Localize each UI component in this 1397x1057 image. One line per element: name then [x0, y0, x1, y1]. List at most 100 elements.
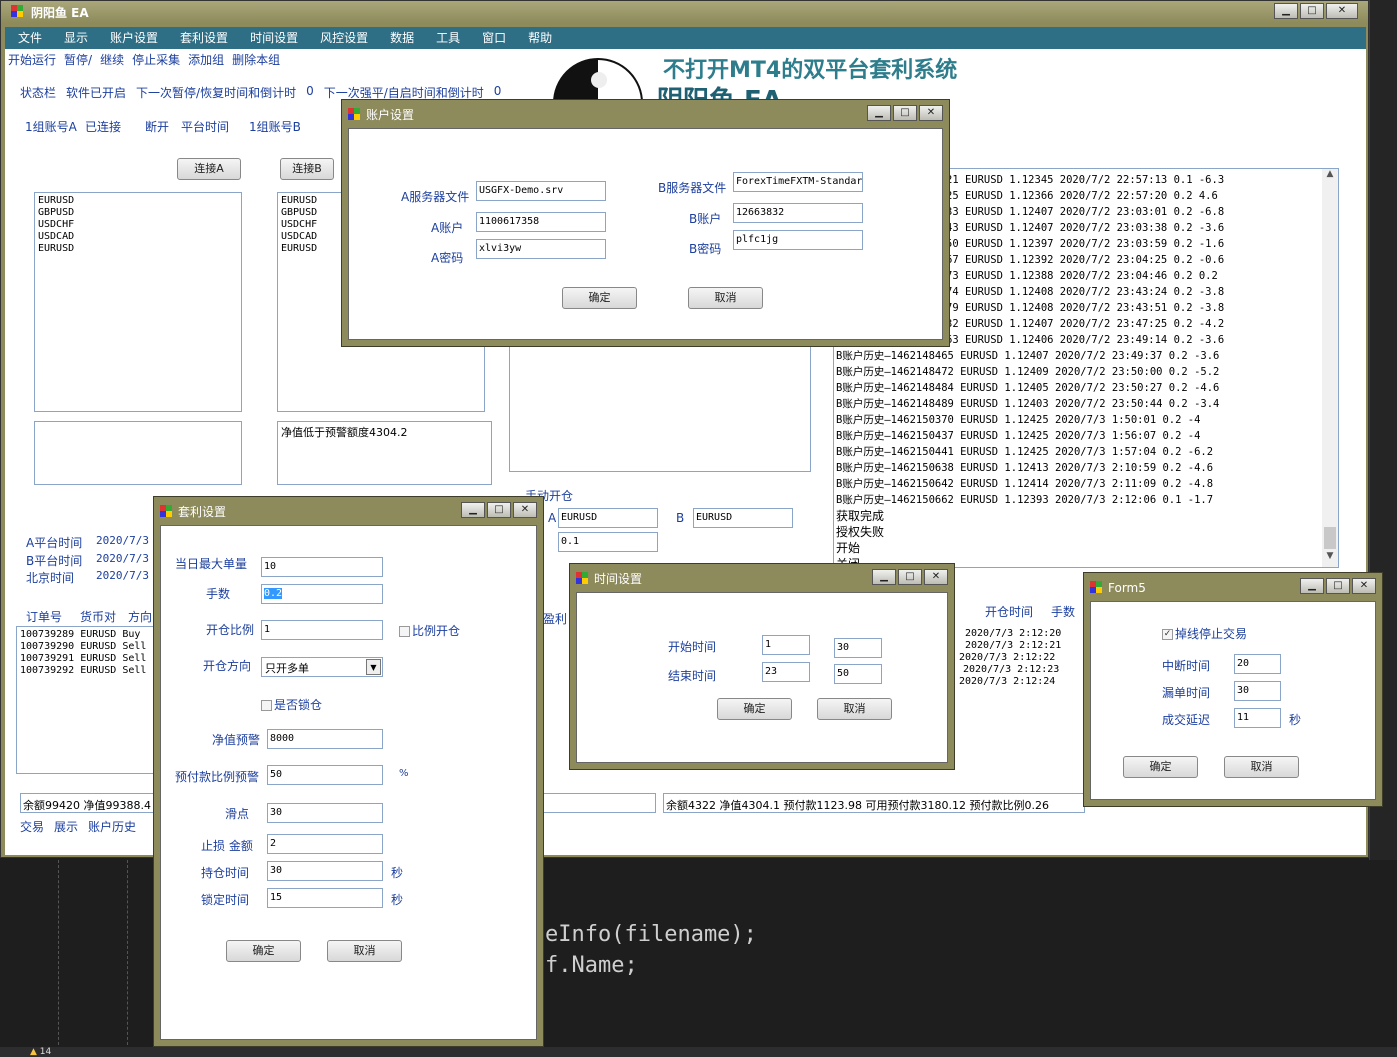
- symbol-item[interactable]: GBPUSD: [38, 207, 238, 219]
- ratio-open-checkbox[interactable]: 比例开仓: [399, 622, 460, 639]
- equity-warning-input[interactable]: 8000: [267, 729, 383, 749]
- start-hour-input[interactable]: 1: [762, 635, 810, 655]
- a-password-input[interactable]: xlvi3yw: [476, 239, 606, 259]
- form5-titlebar[interactable]: Form5 ▁ □ ✕: [1088, 577, 1378, 599]
- order-row[interactable]: 100739290 EURUSD Sell: [20, 641, 156, 653]
- cancel-button[interactable]: 取消: [817, 698, 892, 720]
- interrupt-time-input[interactable]: 20: [1234, 654, 1281, 674]
- stop-collect-button[interactable]: 停止采集: [132, 51, 180, 68]
- order-row[interactable]: 100739292 EURUSD Sell: [20, 665, 156, 677]
- a-account-input[interactable]: 1100617358: [476, 212, 606, 232]
- ok-button[interactable]: 确定: [562, 287, 637, 309]
- symbol-item[interactable]: USDCHF: [38, 219, 238, 231]
- b-account-input[interactable]: 12663832: [733, 203, 863, 223]
- close-button[interactable]: ✕: [1326, 3, 1358, 19]
- lock-checkbox[interactable]: 是否锁仓: [261, 696, 322, 713]
- close-button[interactable]: ✕: [1352, 578, 1376, 594]
- menu-tools[interactable]: 工具: [432, 29, 464, 47]
- minimize-button[interactable]: ▁: [1274, 3, 1298, 19]
- checkbox-box[interactable]: [1162, 629, 1173, 640]
- scroll-thumb[interactable]: [1324, 527, 1336, 549]
- maximize-button[interactable]: □: [893, 105, 917, 121]
- maximize-button[interactable]: □: [487, 502, 511, 518]
- orders-list[interactable]: 100739289 EURUSD Buy 100739290 EURUSD Se…: [16, 626, 160, 774]
- menu-risk-settings[interactable]: 风控设置: [316, 29, 372, 47]
- symbol-item[interactable]: USDCAD: [38, 231, 238, 243]
- cancel-button[interactable]: 取消: [1224, 756, 1299, 778]
- tab-display[interactable]: 展示: [54, 818, 78, 835]
- connect-b-button[interactable]: 连接B: [280, 158, 334, 180]
- ok-button[interactable]: 确定: [226, 940, 301, 962]
- menu-help[interactable]: 帮助: [524, 29, 556, 47]
- delete-group-button[interactable]: 删除本组: [232, 51, 280, 68]
- slippage-input[interactable]: 30: [267, 803, 383, 823]
- order-row[interactable]: 100739291 EURUSD Sell: [20, 653, 156, 665]
- manual-a-symbol[interactable]: EURUSD: [558, 508, 658, 528]
- minimize-button[interactable]: ▁: [1300, 578, 1324, 594]
- manual-b-symbol[interactable]: EURUSD: [693, 508, 793, 528]
- symbol-item[interactable]: EURUSD: [38, 195, 238, 207]
- pause-button[interactable]: 暂停/: [64, 51, 92, 68]
- order-header-direction[interactable]: 方向: [128, 608, 152, 625]
- menu-arb-settings[interactable]: 套利设置: [176, 29, 232, 47]
- ok-button[interactable]: 确定: [1123, 756, 1198, 778]
- a-server-input[interactable]: USGFX-Demo.srv: [476, 181, 606, 201]
- log-scrollbar[interactable]: ▲ ▼: [1322, 169, 1338, 567]
- miss-time-input[interactable]: 30: [1234, 681, 1281, 701]
- resume-button[interactable]: 继续: [100, 51, 124, 68]
- minimize-button[interactable]: ▁: [872, 569, 896, 585]
- close-button[interactable]: ✕: [513, 502, 537, 518]
- order-header-id[interactable]: 订单号: [26, 608, 62, 625]
- disconnect-link[interactable]: 断开: [145, 118, 169, 135]
- b-password-input[interactable]: plfc1jg: [733, 230, 863, 250]
- tab-trade[interactable]: 交易: [20, 818, 44, 835]
- add-group-button[interactable]: 添加组: [188, 51, 224, 68]
- disconnect-stop-checkbox[interactable]: 掉线停止交易: [1162, 625, 1247, 642]
- stop-loss-input[interactable]: 2: [267, 834, 383, 854]
- symbol-list-a[interactable]: EURUSD GBPUSD USDCHF USDCAD EURUSD: [34, 192, 242, 412]
- end-hour-input[interactable]: 23: [762, 662, 810, 682]
- menu-window[interactable]: 窗口: [478, 29, 510, 47]
- manual-lot[interactable]: 0.1: [558, 532, 658, 552]
- account-dialog-titlebar[interactable]: 账户设置 ▁ □ ✕: [346, 104, 945, 126]
- ratio-input[interactable]: 1: [261, 620, 383, 640]
- maximize-button[interactable]: □: [1326, 578, 1350, 594]
- checkbox-box[interactable]: [261, 700, 272, 711]
- tab-account-history[interactable]: 账户历史: [88, 818, 136, 835]
- hold-time-input[interactable]: 30: [267, 861, 383, 881]
- scroll-up-icon[interactable]: ▲: [1322, 169, 1338, 185]
- lot-header[interactable]: 手数: [1051, 603, 1075, 620]
- maximize-button[interactable]: □: [1300, 3, 1324, 19]
- margin-warning-input[interactable]: 50: [267, 765, 383, 785]
- main-titlebar[interactable]: 阴阳鱼 EA ▁ □ ✕: [1, 1, 1368, 23]
- minimize-button[interactable]: ▁: [867, 105, 891, 121]
- cancel-button[interactable]: 取消: [327, 940, 402, 962]
- menu-data[interactable]: 数据: [386, 29, 418, 47]
- fill-delay-input[interactable]: 11: [1234, 708, 1281, 728]
- arb-dialog-titlebar[interactable]: 套利设置 ▁ □ ✕: [158, 501, 539, 523]
- max-orders-input[interactable]: 10: [261, 557, 383, 577]
- ok-button[interactable]: 确定: [717, 698, 792, 720]
- menu-account-settings[interactable]: 账户设置: [106, 29, 162, 47]
- lot-input[interactable]: 0.2: [261, 584, 383, 604]
- time-dialog-titlebar[interactable]: 时间设置 ▁ □ ✕: [574, 568, 950, 590]
- order-row[interactable]: 100739289 EURUSD Buy: [20, 629, 156, 641]
- checkbox-box[interactable]: [399, 626, 410, 637]
- close-button[interactable]: ✕: [919, 105, 943, 121]
- cancel-button[interactable]: 取消: [688, 287, 763, 309]
- chevron-down-icon[interactable]: ▼: [366, 659, 381, 675]
- open-time-header[interactable]: 开仓时间: [985, 603, 1033, 620]
- scroll-down-icon[interactable]: ▼: [1322, 551, 1338, 567]
- close-button[interactable]: ✕: [924, 569, 948, 585]
- b-server-input[interactable]: ForexTimeFXTM-Standar: [733, 172, 863, 192]
- maximize-button[interactable]: □: [898, 569, 922, 585]
- connect-a-button[interactable]: 连接A: [177, 158, 241, 180]
- start-button[interactable]: 开始运行: [8, 51, 56, 68]
- menu-time-settings[interactable]: 时间设置: [246, 29, 302, 47]
- right-times-list[interactable]: 2020/7/3 2:12:20 2020/7/3 2:12:21 2020/7…: [955, 628, 1085, 698]
- menu-file[interactable]: 文件: [14, 29, 46, 47]
- direction-select[interactable]: 只开多单 ▼: [261, 657, 383, 677]
- order-header-symbol[interactable]: 货币对: [80, 608, 116, 625]
- symbol-item[interactable]: EURUSD: [38, 243, 238, 255]
- menu-view[interactable]: 显示: [60, 29, 92, 47]
